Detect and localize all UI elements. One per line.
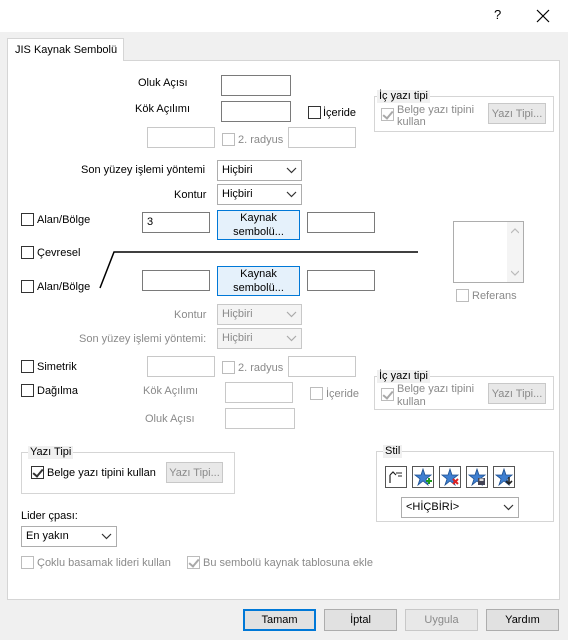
lower-ic-belge-yazi-label-2: kullan (397, 396, 426, 408)
lower-radius-input[interactable] (147, 356, 215, 377)
kaynak-sembolu-button-bottom[interactable]: Kaynak sembolü... (217, 266, 300, 296)
chevron-down-icon (286, 191, 297, 198)
style-update-icon[interactable] (385, 466, 407, 488)
ic-yazi-tipi-button[interactable]: Yazı Tipi... (488, 103, 546, 124)
yazi-tipi-button[interactable]: Yazı Tipi... (166, 462, 223, 483)
add-style-icon[interactable] (412, 466, 434, 488)
uygula-button[interactable]: Uygula (405, 609, 478, 631)
stil-legend: Stil (383, 445, 403, 458)
dagilma-label: Dağılma (37, 385, 78, 397)
chevron-down-icon (286, 311, 297, 318)
lider-value: En yakın (26, 530, 69, 542)
chevron-down-icon (286, 167, 297, 174)
reference-listbox[interactable] (453, 221, 524, 283)
delete-style-icon[interactable] (439, 466, 461, 488)
top-right-input[interactable] (307, 212, 375, 233)
iptal-button[interactable]: İptal (324, 609, 397, 631)
lower-son-yuzey-label: Son yüzey işlemi yöntemi: (79, 333, 207, 345)
ikinci-radyus-label: 2. radyus (238, 134, 284, 146)
alan-bolge-checkbox-bottom[interactable] (21, 280, 34, 293)
kontur-value: Hiçbiri (222, 188, 253, 200)
lower-kok-acilimi-input[interactable] (225, 382, 293, 403)
iceride-label: İçeride (323, 107, 357, 119)
lower-oluk-acisi-label: Oluk Açısı (145, 413, 195, 425)
lower-ic-belge-yazi-checkbox[interactable] (381, 388, 394, 401)
scroll-down-icon[interactable] (511, 270, 519, 276)
lower-son-yuzey-value: Hiçbiri (222, 332, 253, 344)
help-button[interactable]: ? (494, 8, 501, 22)
stil-select[interactable]: <HİÇBİRİ> (401, 497, 519, 518)
oluk-acisi-label: Oluk Açısı (138, 77, 188, 89)
lower-oluk-acisi-input[interactable] (225, 408, 295, 429)
oluk-acisi-input[interactable] (221, 75, 291, 96)
referans-label: Referans (472, 290, 517, 302)
close-icon[interactable] (536, 9, 550, 23)
kaynak-tablosu-label: Bu sembolü kaynak tablosuna ekle (203, 557, 373, 569)
chevron-down-icon (101, 533, 112, 540)
lower-ikinci-radyus-checkbox[interactable] (222, 361, 235, 374)
belge-yazi-tipi-label: Belge yazı tipini kullan (47, 467, 156, 479)
tamam-button[interactable]: Tamam (243, 609, 316, 631)
save-style-icon[interactable] (466, 466, 488, 488)
tab-jis-kaynak-sembolu[interactable]: JIS Kaynak Sembolü (7, 38, 124, 61)
referans-checkbox[interactable] (456, 289, 469, 302)
stil-select-value: <HİÇBİRİ> (406, 501, 460, 513)
kaynak-button-label: Kaynak sembolü... (233, 212, 284, 238)
top-value-input[interactable]: 3 (142, 212, 210, 233)
scroll-up-icon[interactable] (511, 228, 519, 234)
cevresel-label: Çevresel (37, 247, 81, 259)
belge-yazi-tipi-checkbox[interactable] (31, 466, 44, 479)
ic-belge-yazi-checkbox[interactable] (381, 108, 394, 121)
lower-kontur-value: Hiçbiri (222, 308, 253, 320)
kontur-label: Kontur (174, 189, 207, 201)
upper-radius-input[interactable] (147, 127, 215, 148)
lower-kontur-label: Kontur (174, 309, 207, 321)
son-yuzey-label: Son yüzey işlemi yöntemi (81, 164, 206, 176)
chevron-down-icon (286, 335, 297, 342)
lower-ic-yazi-tipi-button[interactable]: Yazı Tipi... (488, 383, 546, 404)
lider-label: Lider çpası: (21, 510, 78, 522)
lower-iceride-label: İçeride (326, 388, 360, 400)
lower-ikinci-radyus-label: 2. radyus (238, 362, 284, 374)
lower-kok-acilimi-label: Kök Açılımı (143, 385, 199, 397)
son-yuzey-select[interactable]: Hiçbiri (217, 160, 302, 181)
iceride-checkbox[interactable] (308, 106, 321, 119)
kok-acilimi-input[interactable] (221, 101, 291, 122)
listbox-scrollbar[interactable] (507, 222, 523, 282)
kok-acilimi-label: Kök Açılımı (135, 103, 191, 115)
coklu-basamak-checkbox[interactable] (21, 556, 34, 569)
kaynak-button-label: Kaynak sembolü... (233, 268, 284, 294)
tab-label: JIS Kaynak Sembolü (15, 44, 118, 56)
kaynak-sembolu-button-top[interactable]: Kaynak sembolü... (217, 210, 300, 240)
simetrik-checkbox[interactable] (21, 360, 34, 373)
title-bar (0, 0, 568, 32)
bottom-left-input[interactable] (142, 270, 210, 291)
alan-bolge-checkbox-top[interactable] (21, 213, 34, 226)
dagilma-checkbox[interactable] (21, 384, 34, 397)
chevron-down-icon (503, 504, 514, 511)
lower-ikinci-radyus-input[interactable] (288, 356, 356, 377)
lower-ic-belge-yazi-label-1: Belge yazı tipini (397, 383, 475, 395)
son-yuzey-value: Hiçbiri (222, 164, 253, 176)
bottom-right-input[interactable] (307, 270, 375, 291)
yardim-button[interactable]: Yardım (486, 609, 559, 631)
kaynak-tablosu-checkbox[interactable] (187, 556, 200, 569)
simetrik-label: Simetrik (37, 361, 77, 373)
ikinci-radyus-checkbox[interactable] (222, 133, 235, 146)
lower-son-yuzey-select[interactable]: Hiçbiri (217, 328, 302, 349)
load-style-icon[interactable] (493, 466, 515, 488)
ikinci-radyus-input[interactable] (288, 127, 356, 148)
ic-yazi-tipi-legend: İç yazı tipi (377, 90, 430, 103)
coklu-basamak-label: Çoklu basamak lideri kullan (37, 557, 171, 569)
lower-iceride-checkbox[interactable] (310, 387, 323, 400)
cevresel-checkbox[interactable] (21, 246, 34, 259)
alan-bolge-label-bottom: Alan/Bölge (37, 281, 91, 293)
lider-select[interactable]: En yakın (21, 526, 117, 547)
yazi-tipi-legend: Yazı Tipi (28, 446, 74, 459)
kontur-select[interactable]: Hiçbiri (217, 184, 302, 205)
ic-belge-yazi-label-2: kullan (397, 116, 426, 128)
alan-bolge-label-top: Alan/Bölge (37, 214, 91, 226)
lower-kontur-select[interactable]: Hiçbiri (217, 304, 302, 325)
